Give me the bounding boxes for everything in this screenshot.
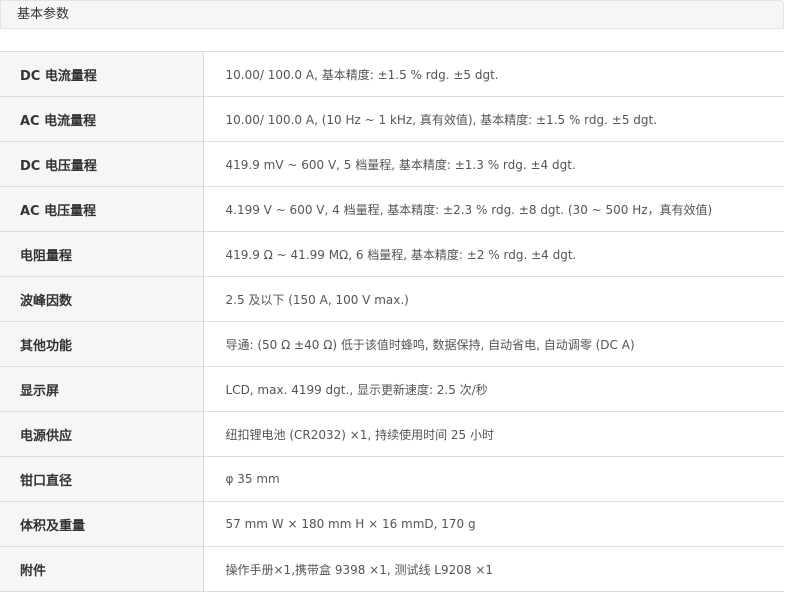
spec-label: 电源供应 bbox=[0, 411, 204, 457]
table-row: 显示屏 LCD, max. 4199 dgt., 显示更新速度: 2.5 次/秒 bbox=[0, 366, 784, 412]
spec-value: 57 mm W × 180 mm H × 16 mmD, 170 g bbox=[203, 501, 784, 547]
table-row: 电阻量程 419.9 Ω ~ 41.99 MΩ, 6 档量程, 基本精度: ±2 … bbox=[0, 231, 784, 277]
spec-value: 419.9 Ω ~ 41.99 MΩ, 6 档量程, 基本精度: ±2 % rd… bbox=[203, 231, 784, 277]
spec-label: DC 电压量程 bbox=[0, 141, 204, 187]
spec-table: DC 电流量程 10.00/ 100.0 A, 基本精度: ±1.5 % rdg.… bbox=[0, 51, 784, 592]
table-row: DC 电压量程 419.9 mV ~ 600 V, 5 档量程, 基本精度: ±1… bbox=[0, 141, 784, 187]
tab-basic-params[interactable]: 基本参数 bbox=[17, 7, 69, 23]
table-row: 附件 操作手册×1,携带盒 9398 ×1, 测试线 L9208 ×1 bbox=[0, 546, 784, 592]
spec-value: 导通: (50 Ω ±40 Ω) 低于该值时蜂鸣, 数据保持, 自动省电, 自动… bbox=[203, 321, 784, 367]
spec-value: 419.9 mV ~ 600 V, 5 档量程, 基本精度: ±1.3 % rd… bbox=[203, 141, 784, 187]
spec-value: 2.5 及以下 (150 A, 100 V max.) bbox=[203, 276, 784, 322]
table-row: 其他功能 导通: (50 Ω ±40 Ω) 低于该值时蜂鸣, 数据保持, 自动省电… bbox=[0, 321, 784, 367]
spec-value: 10.00/ 100.0 A, 基本精度: ±1.5 % rdg. ±5 dgt… bbox=[203, 51, 784, 97]
table-row: 电源供应 纽扣锂电池 (CR2032) ×1, 持续使用时间 25 小时 bbox=[0, 411, 784, 457]
spec-value: 操作手册×1,携带盒 9398 ×1, 测试线 L9208 ×1 bbox=[203, 546, 784, 592]
table-row: 波峰因数 2.5 及以下 (150 A, 100 V max.) bbox=[0, 276, 784, 322]
spec-label: 体积及重量 bbox=[0, 501, 204, 547]
spec-value: φ 35 mm bbox=[203, 456, 784, 502]
table-row: DC 电流量程 10.00/ 100.0 A, 基本精度: ±1.5 % rdg.… bbox=[0, 51, 784, 97]
spec-label: DC 电流量程 bbox=[0, 51, 204, 97]
spec-label: 波峰因数 bbox=[0, 276, 204, 322]
spec-value: 10.00/ 100.0 A, (10 Hz ~ 1 kHz, 真有效值), 基… bbox=[203, 96, 784, 142]
table-row: AC 电流量程 10.00/ 100.0 A, (10 Hz ~ 1 kHz, 真… bbox=[0, 96, 784, 142]
spec-label: AC 电压量程 bbox=[0, 186, 204, 232]
spec-tab-header: 基本参数 bbox=[0, 0, 784, 29]
spec-label: 附件 bbox=[0, 546, 204, 592]
spec-value: LCD, max. 4199 dgt., 显示更新速度: 2.5 次/秒 bbox=[203, 366, 784, 412]
table-row: 钳口直径 φ 35 mm bbox=[0, 456, 784, 502]
spec-label: 显示屏 bbox=[0, 366, 204, 412]
spec-table-body: DC 电流量程 10.00/ 100.0 A, 基本精度: ±1.5 % rdg.… bbox=[0, 51, 784, 592]
table-row: 体积及重量 57 mm W × 180 mm H × 16 mmD, 170 g bbox=[0, 501, 784, 547]
spec-value: 4.199 V ~ 600 V, 4 档量程, 基本精度: ±2.3 % rdg… bbox=[203, 186, 784, 232]
spec-label: 电阻量程 bbox=[0, 231, 204, 277]
spec-value: 纽扣锂电池 (CR2032) ×1, 持续使用时间 25 小时 bbox=[203, 411, 784, 457]
spec-label: 钳口直径 bbox=[0, 456, 204, 502]
table-row: AC 电压量程 4.199 V ~ 600 V, 4 档量程, 基本精度: ±2.… bbox=[0, 186, 784, 232]
spec-label: AC 电流量程 bbox=[0, 96, 204, 142]
spec-label: 其他功能 bbox=[0, 321, 204, 367]
